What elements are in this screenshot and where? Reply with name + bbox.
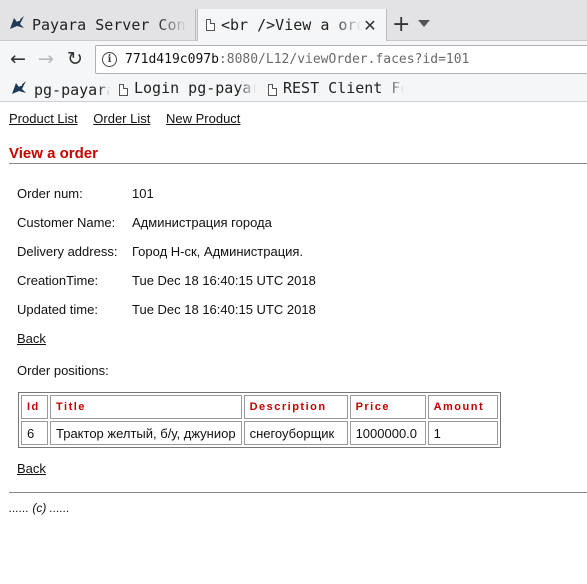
table-row: 6 Трактор желтый, б/у, джуниор снегоубор…: [21, 421, 498, 445]
creation-time-label: CreationTime:: [17, 273, 99, 288]
customer-name-value: Администрация города: [132, 215, 272, 230]
page-icon: [268, 83, 277, 96]
order-positions-table: Id Title Description Price Amount 6 Трак…: [18, 392, 501, 448]
close-tab-icon[interactable]: ✕: [362, 16, 378, 35]
customer-name-label: Customer Name:: [17, 215, 116, 230]
column-header-price: Price: [349, 395, 426, 419]
bookmarks-bar: pg-payara Login pg-payara REST Client Fo…: [0, 78, 587, 102]
back-link-bottom[interactable]: Back: [17, 461, 46, 476]
url-bar[interactable]: i 771d419c097b:8080/L12/viewOrder.faces?…: [95, 45, 587, 74]
order-num-value: 101: [132, 186, 154, 201]
page-content: Product List Order List New Product View…: [0, 102, 587, 584]
cell-amount: 1: [427, 421, 498, 445]
cell-title: Трактор желтый, б/у, джуниор: [50, 421, 242, 445]
delivery-address-value: Город Н-ск, Администрация.: [132, 244, 304, 259]
back-arrow-icon[interactable]: ←: [10, 49, 26, 69]
payara-fish-icon: [10, 79, 28, 101]
column-header-title: Title: [50, 395, 242, 419]
forward-arrow-icon[interactable]: →: [38, 49, 54, 69]
new-tab-button[interactable]: +: [392, 13, 410, 37]
order-positions-label: Order positions:: [17, 363, 109, 378]
table-header-row: Id Title Description Price Amount: [21, 395, 498, 419]
cell-id: 6: [21, 421, 48, 445]
nav-bar: ← → ↻ i 771d419c097b:8080/L12/viewOrder.…: [0, 41, 587, 78]
divider: [9, 163, 587, 164]
tab-view-order[interactable]: <br />View a order ✕: [197, 9, 387, 41]
menu-new-product-link[interactable]: New Product: [166, 111, 240, 126]
page-icon: [206, 19, 215, 31]
tab-title: Payara Server Console: [32, 16, 187, 34]
reload-icon[interactable]: ↻: [67, 49, 83, 69]
column-header-id: Id: [21, 395, 48, 419]
creation-time-value: Tue Dec 18 16:40:15 UTC 2018: [132, 273, 316, 288]
cell-description: снегоуборщик: [243, 421, 348, 445]
bookmark-login-pg-payara[interactable]: Login pg-payara: [119, 82, 256, 97]
bookmark-label: pg-payara: [34, 81, 110, 99]
page-icon: [119, 83, 128, 96]
column-header-amount: Amount: [427, 395, 498, 419]
updated-time-value: Tue Dec 18 16:40:15 UTC 2018: [132, 302, 316, 317]
page-title: View a order: [9, 145, 98, 162]
tab-title: <br />View a order: [221, 16, 362, 34]
cell-price: 1000000.0: [349, 421, 426, 445]
menu-order-list-link[interactable]: Order List: [93, 111, 150, 126]
tab-bar: Payara Server Console <br />View a order…: [0, 0, 587, 41]
url-host: 771d419c097b: [125, 52, 219, 67]
delivery-address-label: Delivery address:: [17, 244, 118, 259]
bookmark-rest-client[interactable]: REST Client For: [268, 82, 404, 97]
payara-fish-icon: [8, 14, 26, 36]
tab-payara-console[interactable]: Payara Server Console: [0, 9, 196, 41]
menu-product-list-link[interactable]: Product List: [9, 111, 78, 126]
bookmark-label: REST Client For: [283, 82, 404, 97]
footer-text: ...... (c) ......: [9, 501, 70, 515]
url-path: :8080/L12/viewOrder.faces?id=101: [218, 52, 470, 67]
info-icon[interactable]: i: [102, 52, 117, 67]
column-header-description: Description: [243, 395, 348, 419]
order-num-label: Order num:: [17, 186, 83, 201]
top-menu: Product List Order List New Product: [9, 111, 252, 126]
updated-time-label: Updated time:: [17, 302, 98, 317]
divider: [9, 492, 587, 493]
bookmark-label: Login pg-payara: [134, 82, 256, 97]
back-link[interactable]: Back: [17, 331, 46, 346]
bookmark-pg-payara[interactable]: pg-payara: [10, 79, 110, 101]
chevron-down-icon[interactable]: [418, 20, 430, 27]
